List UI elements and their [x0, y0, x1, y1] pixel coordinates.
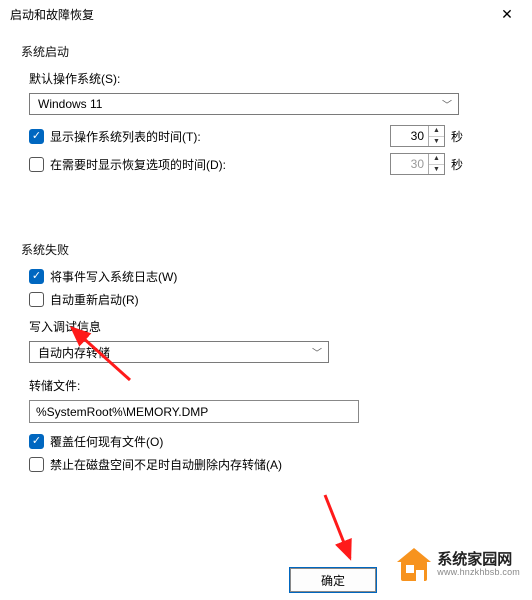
dump-file-input[interactable]: %SystemRoot%\MEMORY.DMP: [29, 400, 359, 423]
watermark-line1: 系统家园网: [437, 552, 520, 569]
show-recovery-row: 在需要时显示恢复选项的时间(D): 30 ▲ ▼ 秒: [29, 153, 511, 175]
show-recovery-label: 在需要时显示恢复选项的时间(D):: [50, 156, 384, 173]
show-os-list-label: 显示操作系统列表的时间(T):: [50, 128, 384, 145]
spinner-up-icon[interactable]: ▲: [429, 126, 444, 137]
spinner-up-icon-2: ▲: [429, 154, 444, 165]
unit-seconds-2: 秒: [451, 156, 471, 173]
annotation-arrow-2: [310, 490, 370, 570]
dump-file-value: %SystemRoot%\MEMORY.DMP: [36, 405, 208, 419]
close-button[interactable]: ✕: [492, 6, 522, 23]
default-os-label: 默认操作系统(S):: [29, 70, 511, 87]
section-title-startup: 系统启动: [21, 43, 511, 60]
dump-type-select[interactable]: 自动内存转储 ﹀: [29, 341, 329, 363]
debug-info-label: 写入调试信息: [29, 318, 511, 335]
default-os-value: Windows 11: [38, 97, 102, 111]
section-system-failure: 系统失败 ✓ 将事件写入系统日志(W) 自动重新启动(R) 写入调试信息 自动内…: [18, 238, 514, 498]
chevron-down-icon-2: ﹀: [312, 345, 322, 360]
auto-restart-label: 自动重新启动(R): [50, 291, 511, 308]
dump-type-value: 自动内存转储: [38, 344, 110, 361]
section-title-failure: 系统失败: [21, 241, 511, 258]
spinner-show-recovery: 30 ▲ ▼: [390, 153, 445, 175]
overwrite-row: ✓ 覆盖任何现有文件(O): [29, 433, 511, 450]
checkbox-show-os-list[interactable]: ✓: [29, 129, 44, 144]
write-event-row: ✓ 将事件写入系统日志(W): [29, 268, 511, 285]
checkbox-write-event[interactable]: ✓: [29, 269, 44, 284]
show-os-list-row: ✓ 显示操作系统列表的时间(T): 30 ▲ ▼ 秒: [29, 125, 511, 147]
house-icon: [397, 548, 431, 582]
button-row: 确定: [290, 568, 376, 592]
watermark-line2: www.hnzkhbsb.com: [437, 568, 520, 578]
unit-seconds-1: 秒: [451, 128, 471, 145]
chevron-down-icon: ﹀: [442, 97, 452, 112]
checkbox-overwrite[interactable]: ✓: [29, 434, 44, 449]
spinner-show-recovery-value: 30: [391, 154, 428, 174]
checkbox-show-recovery[interactable]: [29, 157, 44, 172]
ok-button-label: 确定: [321, 572, 345, 589]
spinner-down-icon[interactable]: ▼: [429, 137, 444, 147]
ok-button[interactable]: 确定: [290, 568, 376, 592]
section-system-startup: 系统启动 默认操作系统(S): Windows 11 ﹀ ✓ 显示操作系统列表的…: [18, 40, 514, 200]
titlebar-title: 启动和故障恢复: [10, 6, 94, 23]
low-disk-row: 禁止在磁盘空间不足时自动删除内存转储(A): [29, 456, 511, 473]
auto-restart-row: 自动重新启动(R): [29, 291, 511, 308]
default-os-select[interactable]: Windows 11 ﹀: [29, 93, 459, 115]
spinner-show-os-list-value: 30: [391, 126, 428, 146]
close-icon: ✕: [501, 6, 513, 22]
checkbox-auto-restart[interactable]: [29, 292, 44, 307]
overwrite-label: 覆盖任何现有文件(O): [50, 433, 511, 450]
checkbox-low-disk[interactable]: [29, 457, 44, 472]
watermark: 系统家园网 www.hnzkhbsb.com: [397, 548, 520, 582]
titlebar: 启动和故障恢复 ✕: [0, 0, 532, 30]
spinner-show-os-list[interactable]: 30 ▲ ▼: [390, 125, 445, 147]
low-disk-label: 禁止在磁盘空间不足时自动删除内存转储(A): [50, 456, 511, 473]
spinner-down-icon-2: ▼: [429, 165, 444, 175]
dump-file-label: 转储文件:: [29, 377, 511, 394]
write-event-label: 将事件写入系统日志(W): [50, 268, 511, 285]
